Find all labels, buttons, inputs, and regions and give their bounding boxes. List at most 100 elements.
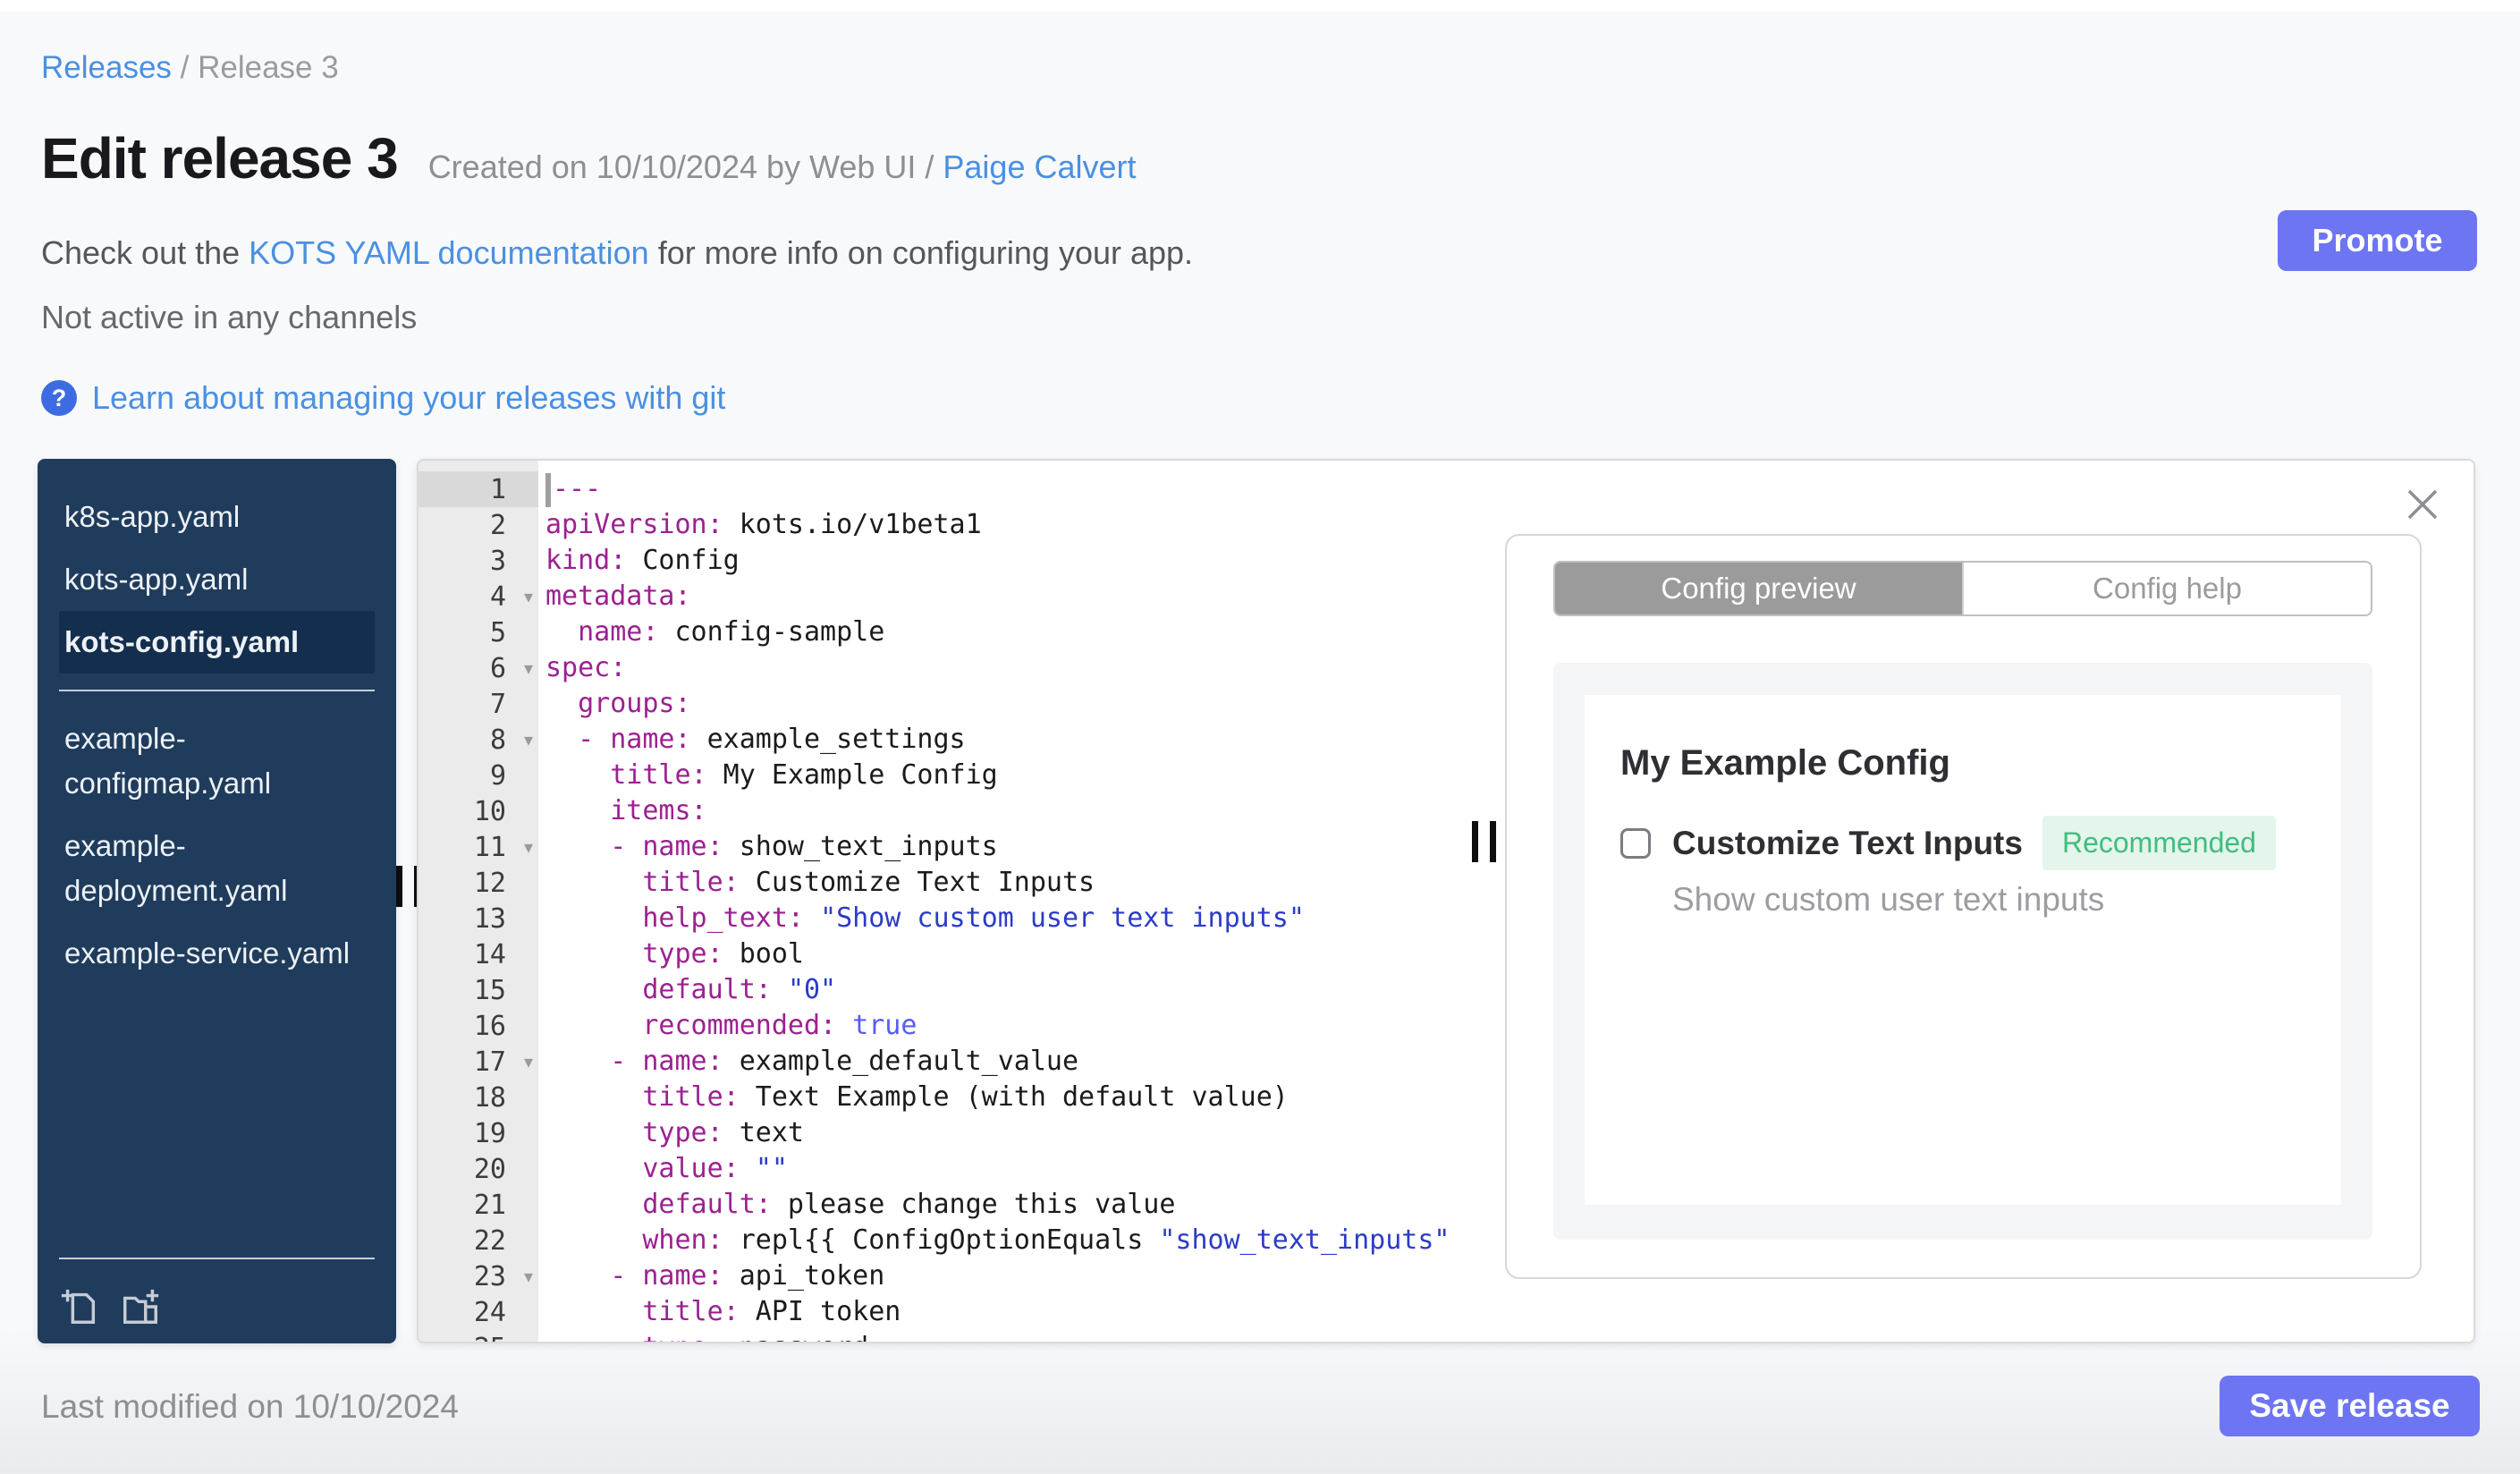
code-line-25[interactable]: type: password [545,1330,1459,1342]
config-tabs: Config preview Config help [1553,561,2372,616]
gutter-line-22[interactable]: 22 [419,1223,538,1258]
gutter-line-5[interactable]: 5 [419,614,538,650]
gutter-line-18[interactable]: 18 [419,1080,538,1115]
code-line-6[interactable]: spec: [545,650,1459,686]
gutter-line-7[interactable]: 7 [419,686,538,722]
gutter-line-13[interactable]: 13 [419,901,538,936]
config-panel: Config preview Config help My Example Con… [1459,461,2473,1342]
line-number: 18 [473,1081,506,1114]
code-line-23[interactable]: - name: api_token [545,1258,1459,1294]
close-icon[interactable] [2406,487,2440,521]
config-item-row: Customize Text Inputs Recommended [1620,816,2305,870]
customize-text-inputs-checkbox[interactable] [1620,827,1651,859]
gutter-line-20[interactable]: 20 [419,1151,538,1187]
editor-container: 1 2 3 4 ▾ 5 6 ▾ 7 8 ▾ 9 10 11 ▾ 12 13 14 15 16 17 ▾ 18 19 20 21 22… [417,459,2475,1343]
code-line-15[interactable]: default: "0" [545,972,1459,1008]
gutter-line-17[interactable]: 17 ▾ [419,1044,538,1080]
code-line-22[interactable]: when: repl{{ ConfigOptionEquals "show_te… [545,1223,1459,1258]
fold-arrow-icon[interactable]: ▾ [524,836,533,859]
gutter-line-24[interactable]: 24 [419,1294,538,1330]
code-line-13[interactable]: help_text: "Show custom user text inputs… [545,901,1459,936]
code-line-9[interactable]: title: My Example Config [545,758,1459,793]
tab-config-preview[interactable]: Config preview [1555,563,1962,614]
file-item-example-service.yaml[interactable]: example-service.yaml [59,922,375,985]
fold-arrow-icon[interactable]: ▾ [524,657,533,680]
gutter-line-4[interactable]: 4 ▾ [419,579,538,614]
docs-suffix: for more info on configuring your app. [648,234,1194,271]
file-item-kots-config.yaml[interactable]: kots-config.yaml [59,611,375,673]
gutter-line-9[interactable]: 9 [419,758,538,793]
file-sidebar: k8s-app.yaml kots-app.yaml kots-config.yam… [38,459,396,1343]
line-number: 17 [473,1046,506,1078]
file-list: k8s-app.yaml kots-app.yaml kots-config.yam… [38,486,396,985]
code-line-7[interactable]: groups: [545,686,1459,722]
fold-arrow-icon[interactable]: ▾ [524,586,533,608]
gutter-line-19[interactable]: 19 [419,1115,538,1151]
recommended-badge: Recommended [2042,816,2276,870]
gutter-line-23[interactable]: 23 ▾ [419,1258,538,1294]
new-folder-icon[interactable] [120,1286,161,1327]
code-line-14[interactable]: type: bool [545,936,1459,972]
line-number: 5 [489,616,506,648]
code-line-12[interactable]: title: Customize Text Inputs [545,865,1459,901]
code-line-19[interactable]: type: text [545,1115,1459,1151]
new-file-icon[interactable] [59,1286,100,1327]
git-help-link[interactable]: Learn about managing your releases with … [92,379,725,417]
sidebar-actions [38,1275,396,1327]
tab-config-help[interactable]: Config help [1962,563,2371,614]
code-line-1[interactable]: --- [545,471,1459,507]
code-line-16[interactable]: recommended: true [545,1008,1459,1044]
code-line-17[interactable]: - name: example_default_value [545,1044,1459,1080]
code-line-10[interactable]: items: [545,793,1459,829]
code-line-8[interactable]: - name: example_settings [545,722,1459,758]
code-line-3[interactable]: kind: Config [545,543,1459,579]
gutter-line-14[interactable]: 14 [419,936,538,972]
line-number: 21 [473,1189,506,1221]
save-release-button[interactable]: Save release [2220,1376,2480,1436]
editor-gutter[interactable]: 1 2 3 4 ▾ 5 6 ▾ 7 8 ▾ 9 10 11 ▾ 12 13 14 15 16 17 ▾ 18 19 20 21 22… [419,461,538,1342]
gutter-line-15[interactable]: 15 [419,972,538,1008]
code-line-21[interactable]: default: please change this value [545,1187,1459,1223]
gutter-line-2[interactable]: 2 [419,507,538,543]
channel-status: Not active in any channels [41,299,418,335]
fold-arrow-icon[interactable]: ▾ [524,1266,533,1288]
code-line-11[interactable]: - name: show_text_inputs [545,829,1459,865]
file-item-kots-app.yaml[interactable]: kots-app.yaml [59,548,375,611]
page-title: Edit release 3 [41,126,399,191]
line-number: 25 [474,1333,506,1343]
line-number: 16 [473,1010,506,1042]
code-line-5[interactable]: name: config-sample [545,614,1459,650]
code-editor[interactable]: --- apiVersion: kots.io/v1beta1 kind: Conf… [538,461,1459,1342]
code-line-4[interactable]: metadata: [545,579,1459,614]
line-number: 6 [489,652,506,684]
gutter-line-3[interactable]: 3 [419,543,538,579]
code-line-18[interactable]: title: Text Example (with default value) [545,1080,1459,1115]
line-number: 12 [473,867,506,899]
breadcrumb-releases-link[interactable]: Releases [41,50,172,85]
gutter-line-25[interactable]: 25 [419,1330,538,1343]
gutter-line-8[interactable]: 8 ▾ [419,722,538,758]
gutter-line-16[interactable]: 16 [419,1008,538,1044]
promote-button[interactable]: Promote [2278,210,2477,271]
line-number: 7 [489,688,506,720]
gutter-line-12[interactable]: 12 [419,865,538,901]
gutter-line-1[interactable]: 1 [419,471,538,507]
fold-arrow-icon[interactable]: ▾ [524,729,533,751]
title-row: Edit release 3 Created on 10/10/2024 by … [41,125,1137,191]
file-item-example-deployment.yaml[interactable]: example-deployment.yaml [59,815,375,922]
file-item-k8s-app.yaml[interactable]: k8s-app.yaml [59,486,375,548]
gutter-line-6[interactable]: 6 ▾ [419,650,538,686]
author-link[interactable]: Paige Calvert [943,148,1136,185]
code-line-24[interactable]: title: API token [545,1294,1459,1330]
kots-yaml-docs-link[interactable]: KOTS YAML documentation [249,234,649,271]
gutter-line-21[interactable]: 21 [419,1187,538,1223]
config-item-help-text: Show custom user text inputs [1672,881,2105,918]
gutter-line-11[interactable]: 11 ▾ [419,829,538,865]
file-item-example-configmap.yaml[interactable]: example-configmap.yaml [59,707,375,815]
code-line-2[interactable]: apiVersion: kots.io/v1beta1 [545,507,1459,543]
panel-resize-handle[interactable] [1472,821,1496,862]
fold-arrow-icon[interactable]: ▾ [524,1051,533,1073]
gutter-line-10[interactable]: 10 [419,793,538,829]
code-line-20[interactable]: value: "" [545,1151,1459,1187]
created-text: Created on 10/10/2024 by Web UI / [427,148,943,185]
